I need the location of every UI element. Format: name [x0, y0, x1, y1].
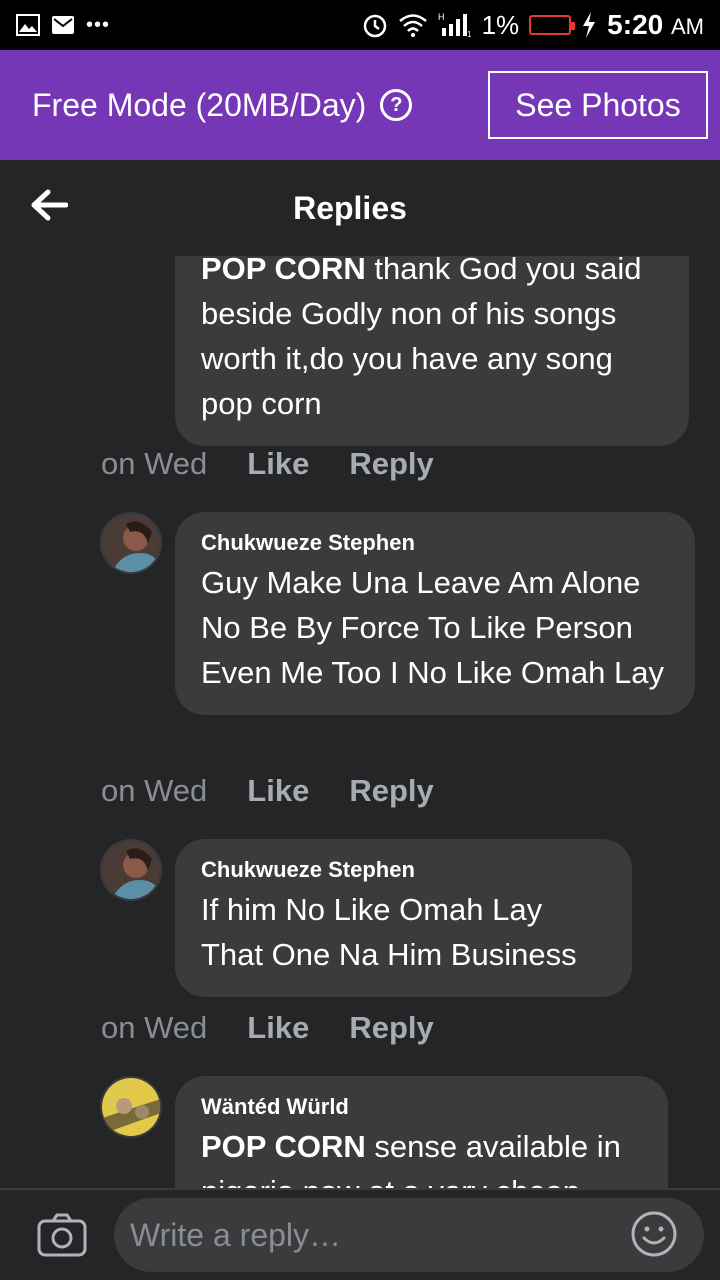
- page-title: Replies: [293, 190, 407, 226]
- charging-icon: [583, 12, 596, 38]
- mention[interactable]: POP CORN: [201, 256, 366, 286]
- comment-text-line: thank God you said: [365, 256, 642, 286]
- comment-text-rest: beside Godly non of his songs worth it,d…: [201, 296, 617, 421]
- like-button[interactable]: Like: [247, 446, 309, 482]
- camera-button[interactable]: [36, 1209, 88, 1261]
- like-button[interactable]: Like: [247, 773, 309, 809]
- see-photos-button[interactable]: See Photos: [488, 71, 708, 139]
- reply-button[interactable]: Reply: [349, 446, 433, 482]
- clock-time: 5:20: [607, 9, 664, 40]
- avatar[interactable]: [100, 512, 162, 574]
- reply-composer: [0, 1188, 720, 1280]
- comment-time: on Wed: [101, 446, 208, 481]
- status-bar: ••• H1 1% 5:20 AM: [0, 0, 720, 50]
- free-mode-label: Free Mode (20MB/Day): [32, 86, 367, 123]
- clock-ampm: AM: [671, 14, 704, 39]
- like-button[interactable]: Like: [247, 1010, 309, 1046]
- more-icon: •••: [86, 13, 111, 36]
- comment-bubble[interactable]: POP CORN thank God you said beside Godly …: [175, 256, 689, 446]
- comment-text: Guy Make Una Leave Am Alone No Be By For…: [201, 565, 664, 690]
- avatar[interactable]: [100, 839, 162, 901]
- free-mode-info[interactable]: Free Mode (20MB/Day) ?: [32, 86, 413, 124]
- clock: 5:20 AM: [607, 9, 704, 41]
- wifi-icon: [398, 14, 427, 37]
- comment-text: POP CORN thank God you said beside Godly …: [201, 256, 663, 426]
- mail-icon: [52, 16, 74, 34]
- comment-text: If him No Like Omah Lay That One Na Him …: [201, 892, 577, 972]
- comment-bubble[interactable]: Chukwueze Stephen Guy Make Una Leave Am …: [175, 512, 695, 715]
- help-icon[interactable]: ?: [380, 89, 413, 121]
- comment-actions: on Wed Like Reply: [101, 446, 434, 482]
- comment-time: on Wed: [101, 773, 208, 808]
- reply-input[interactable]: [114, 1198, 704, 1272]
- comment-author[interactable]: Chukwueze Stephen: [201, 530, 669, 556]
- comment-bubble[interactable]: Wäntéd Würld POP CORN sense available in…: [175, 1076, 668, 1188]
- comment-bubble[interactable]: Chukwueze Stephen If him No Like Omah La…: [175, 839, 632, 997]
- comment-actions: on Wed Like Reply: [101, 773, 434, 809]
- replies-header: Replies: [0, 160, 720, 256]
- camera-icon: [37, 1213, 87, 1257]
- avatar[interactable]: [100, 1076, 162, 1138]
- free-mode-banner: Free Mode (20MB/Day) ? See Photos: [0, 50, 720, 160]
- battery-icon: [529, 15, 576, 35]
- replies-list[interactable]: POP CORN thank God you said beside Godly …: [0, 256, 720, 1188]
- svg-text:H: H: [438, 12, 445, 22]
- comment-author[interactable]: Chukwueze Stephen: [201, 857, 606, 883]
- mention[interactable]: POP CORN: [201, 1129, 366, 1164]
- alarm-icon: [363, 14, 386, 38]
- comment-author[interactable]: Wäntéd Würld: [201, 1094, 642, 1120]
- reply-button[interactable]: Reply: [349, 1010, 433, 1046]
- signal-icon: H1: [438, 12, 472, 38]
- comment-actions: on Wed Like Reply: [101, 1010, 434, 1046]
- svg-text:1: 1: [467, 30, 472, 38]
- reply-button[interactable]: Reply: [349, 773, 433, 809]
- comment-text: POP CORN sense available in nigeria now …: [201, 1124, 642, 1188]
- battery-percent: 1%: [481, 9, 520, 40]
- emoji-icon[interactable]: [630, 1210, 678, 1258]
- comment-time: on Wed: [101, 1010, 208, 1045]
- image-icon: [16, 14, 40, 36]
